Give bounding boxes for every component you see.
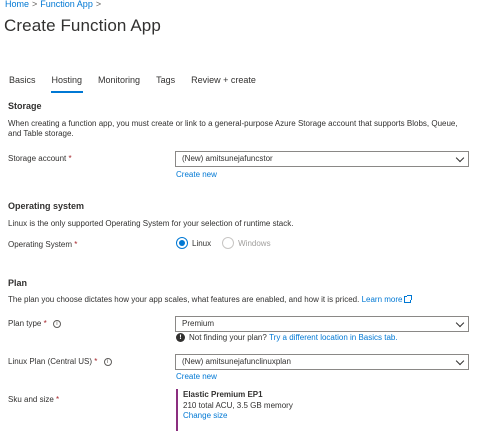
plan-description: The plan you choose dictates how your ap… bbox=[8, 295, 360, 304]
required-mark: * bbox=[74, 240, 78, 249]
storage-account-label: Storage account * bbox=[8, 154, 72, 163]
learn-more-link[interactable]: Learn more bbox=[362, 295, 413, 304]
linux-plan-label: Linux Plan (Central US) * i bbox=[8, 357, 112, 366]
sku-title: Elastic Premium EP1 bbox=[183, 390, 263, 399]
linux-plan-value: (New) amitsunejafunclinuxplan bbox=[182, 357, 291, 366]
tab-review-create[interactable]: Review + create bbox=[191, 75, 256, 85]
plan-section-title: Plan bbox=[8, 278, 28, 288]
linux-plan-dropdown[interactable]: (New) amitsunejafunclinuxplan bbox=[175, 354, 469, 370]
required-mark: * bbox=[56, 395, 60, 404]
plan-type-dropdown[interactable]: Premium bbox=[175, 316, 469, 332]
required-mark: * bbox=[94, 357, 98, 366]
breadcrumb-home[interactable]: Home bbox=[5, 0, 29, 9]
sku-label-text: Sku and size bbox=[8, 395, 54, 404]
page-title: Create Function App bbox=[4, 16, 161, 35]
info-filled-icon: ! bbox=[176, 333, 185, 342]
required-mark: * bbox=[68, 154, 72, 163]
tab-basics[interactable]: Basics bbox=[9, 75, 36, 85]
tab-bar: Basics Hosting Monitoring Tags Review + … bbox=[9, 75, 272, 93]
os-radio-group: Linux Windows bbox=[176, 237, 282, 249]
storage-description: When creating a function app, you must c… bbox=[8, 119, 458, 138]
os-section-title: Operating system bbox=[8, 201, 85, 211]
sku-label: Sku and size * bbox=[8, 395, 59, 404]
radio-windows bbox=[222, 237, 235, 249]
change-size-link[interactable]: Change size bbox=[183, 411, 293, 420]
breadcrumb: Home > Function App > bbox=[5, 0, 104, 9]
tab-tags[interactable]: Tags bbox=[156, 75, 175, 85]
storage-create-new-link[interactable]: Create new bbox=[176, 170, 217, 179]
plan-type-label-text: Plan type bbox=[8, 319, 42, 328]
tab-monitoring[interactable]: Monitoring bbox=[98, 75, 140, 85]
info-icon[interactable]: i bbox=[52, 320, 61, 328]
os-label-text: Operating System bbox=[8, 240, 73, 249]
chevron-right-icon: > bbox=[95, 0, 102, 9]
info-icon[interactable]: i bbox=[103, 358, 112, 366]
plan-type-label: Plan type * i bbox=[8, 319, 61, 328]
not-finding-text: Not finding your plan? bbox=[189, 333, 267, 342]
storage-account-dropdown[interactable]: (New) amitsunejafuncstor bbox=[175, 151, 469, 167]
chevron-right-icon: > bbox=[32, 0, 38, 9]
os-label: Operating System * bbox=[8, 240, 77, 249]
storage-account-label-text: Storage account bbox=[8, 154, 67, 163]
chevron-down-icon bbox=[455, 356, 465, 366]
storage-section-title: Storage bbox=[8, 101, 42, 111]
tab-hosting[interactable]: Hosting bbox=[50, 75, 83, 93]
sku-detail: 210 total ACU, 3.5 GB memory bbox=[183, 401, 293, 410]
radio-linux[interactable] bbox=[176, 237, 188, 249]
radio-windows-label: Windows bbox=[238, 238, 271, 248]
os-description: Linux is the only supported Operating Sy… bbox=[8, 219, 294, 228]
learn-more-text[interactable]: Learn more bbox=[362, 295, 403, 304]
external-link-icon bbox=[404, 295, 413, 303]
try-different-location-link[interactable]: Try a different location in Basics tab. bbox=[269, 333, 398, 342]
chevron-down-icon bbox=[455, 318, 465, 328]
storage-account-value: (New) amitsunejafuncstor bbox=[182, 154, 273, 163]
linux-plan-create-new-link[interactable]: Create new bbox=[176, 372, 217, 381]
plan-description-row: The plan you choose dictates how your ap… bbox=[8, 295, 413, 305]
sku-summary: Elastic Premium EP1 210 total ACU, 3.5 G… bbox=[176, 389, 293, 431]
not-finding-plan-note: ! Not finding your plan? Try a different… bbox=[176, 333, 398, 342]
linux-plan-label-text: Linux Plan (Central US) bbox=[8, 357, 93, 366]
chevron-down-icon bbox=[455, 153, 465, 163]
radio-linux-label[interactable]: Linux bbox=[192, 239, 211, 248]
required-mark: * bbox=[43, 319, 47, 328]
plan-type-value: Premium bbox=[182, 319, 215, 328]
breadcrumb-function-app[interactable]: Function App bbox=[40, 0, 93, 9]
